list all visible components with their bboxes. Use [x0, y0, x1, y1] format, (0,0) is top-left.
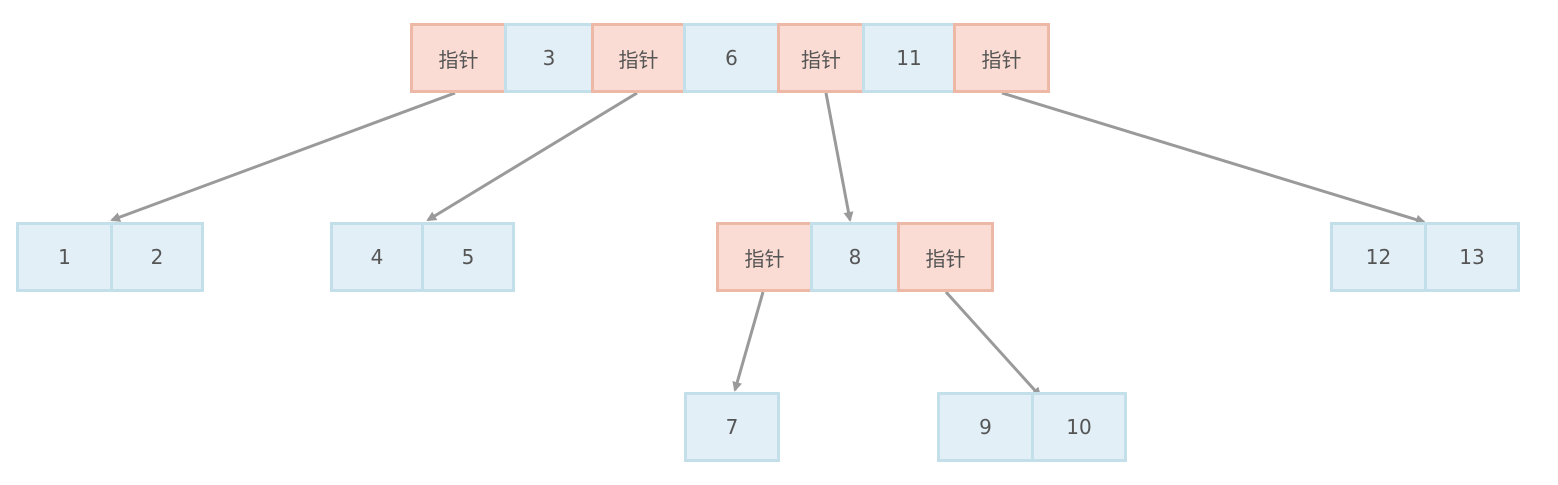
pointer-arrow-leaf-4-5	[426, 91, 638, 222]
pointer-arrow-leaf-12-13	[1001, 91, 1426, 225]
btree-diagram: 指针 3 指针 6 指针 11 指针 1 2 4 5 指针 8 指针 12 13…	[0, 0, 1558, 485]
pointer-arrow-leaf-9-10	[944, 290, 1042, 398]
leaf-key-cell: 5	[421, 222, 515, 292]
root-key-cell: 11	[862, 23, 956, 93]
root-pointer-cell: 指针	[777, 23, 865, 93]
leaf-key-cell: 9	[937, 392, 1034, 462]
leaf-key-cell: 10	[1031, 392, 1127, 462]
leaf-key-cell: 1	[16, 222, 113, 292]
pointer-arrow-inner-8	[824, 92, 854, 222]
inner-key-cell: 8	[810, 222, 900, 292]
pointer-arrow-leaf-7	[732, 291, 765, 392]
pointer-arrow-leaf-1-2	[110, 91, 456, 222]
leaf-key-cell: 2	[110, 222, 204, 292]
leaf-key-cell: 12	[1330, 222, 1427, 292]
inner-pointer-cell: 指针	[716, 222, 813, 292]
root-key-cell: 6	[683, 23, 780, 93]
root-pointer-cell: 指针	[953, 23, 1050, 93]
leaf-key-cell: 7	[684, 392, 780, 462]
root-key-cell: 3	[504, 23, 594, 93]
leaf-key-cell: 13	[1424, 222, 1520, 292]
root-pointer-cell: 指针	[410, 23, 507, 93]
root-pointer-cell: 指针	[591, 23, 686, 93]
leaf-key-cell: 4	[330, 222, 424, 292]
inner-pointer-cell: 指针	[897, 222, 994, 292]
